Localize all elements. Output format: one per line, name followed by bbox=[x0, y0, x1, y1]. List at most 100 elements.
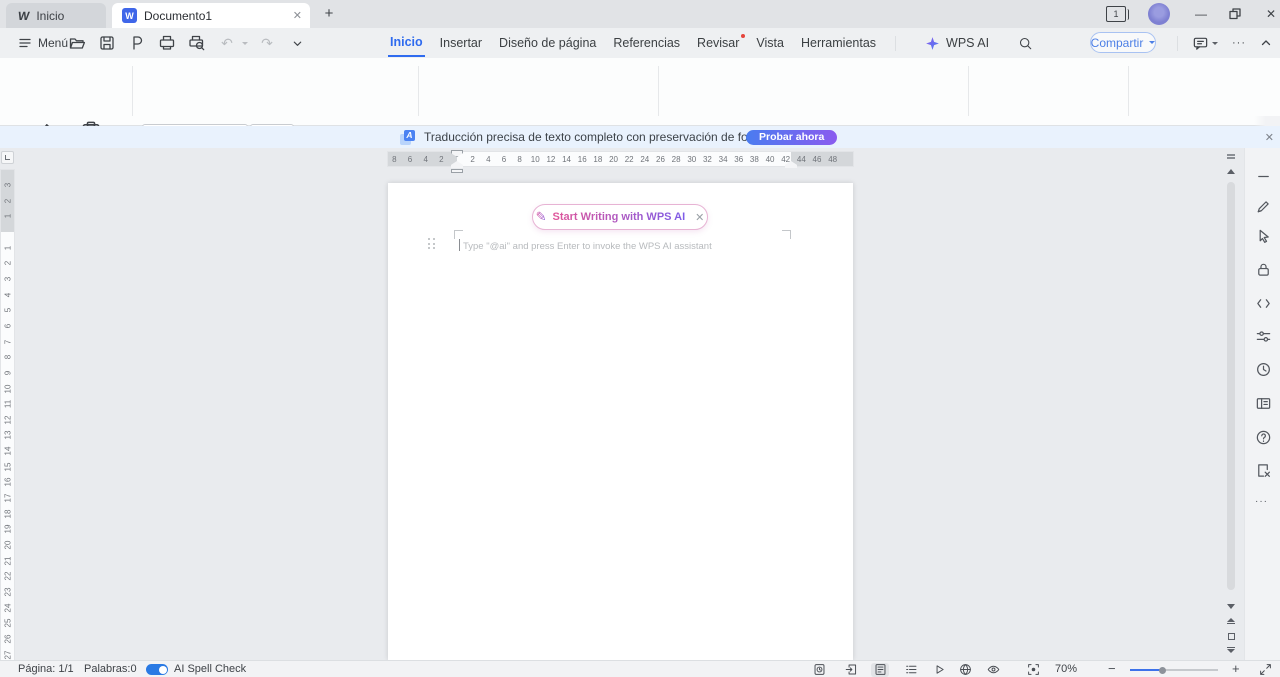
split-view-handle[interactable] bbox=[1227, 154, 1235, 156]
next-page-button[interactable] bbox=[1224, 644, 1238, 656]
help-button[interactable] bbox=[1255, 429, 1272, 446]
save-button[interactable] bbox=[96, 32, 118, 54]
redo-button[interactable]: ↷ bbox=[256, 32, 278, 54]
vertical-scrollbar[interactable] bbox=[1224, 148, 1238, 660]
tab-revisar[interactable]: Revisar bbox=[695, 30, 741, 56]
ruler-number: 48 bbox=[828, 155, 837, 164]
document-tab[interactable]: W Documento1 ✕ bbox=[112, 3, 310, 28]
printer-icon bbox=[158, 34, 176, 52]
page-layout-view-button[interactable] bbox=[871, 663, 889, 677]
browse-object-icon bbox=[1228, 633, 1235, 640]
tab-referencias[interactable]: Referencias bbox=[611, 30, 682, 56]
minimize-button[interactable]: — bbox=[1186, 0, 1216, 28]
navigation-pane-button[interactable] bbox=[1255, 395, 1272, 412]
source-code-button[interactable] bbox=[1255, 295, 1272, 312]
comments-button[interactable] bbox=[1192, 35, 1218, 52]
ruler-number: 5 bbox=[3, 308, 12, 312]
fit-page-button[interactable] bbox=[1256, 663, 1274, 677]
ai-pill-close-icon[interactable]: ✕ bbox=[695, 211, 704, 224]
notification-dot bbox=[741, 34, 745, 38]
tab-stop-selector[interactable] bbox=[1, 151, 14, 164]
restore-button[interactable] bbox=[1220, 0, 1250, 28]
zoom-level[interactable]: 70% bbox=[1055, 663, 1077, 675]
new-tab-button[interactable]: + bbox=[320, 5, 338, 22]
left-indent-marker[interactable] bbox=[451, 169, 463, 173]
wps-ai-button[interactable]: WPS AI bbox=[925, 36, 989, 51]
tab-diseno-de-pagina[interactable]: Diseño de página bbox=[497, 30, 598, 56]
undo-button[interactable]: ↶ bbox=[216, 32, 238, 54]
h-ruler[interactable]: 8642246810121416182022242628303234363840… bbox=[388, 152, 853, 166]
home-tab[interactable]: W Inicio bbox=[6, 3, 106, 28]
properties-button[interactable] bbox=[1255, 328, 1272, 345]
pdf-icon bbox=[128, 34, 146, 52]
clock-icon bbox=[1255, 361, 1272, 378]
collapse-ribbon-button[interactable] bbox=[1260, 37, 1272, 49]
export-pdf-button[interactable] bbox=[126, 32, 148, 54]
zoom-slider[interactable] bbox=[1130, 669, 1218, 671]
v-ruler[interactable]: 3211234567891011121314151617181920212223… bbox=[1, 170, 14, 660]
customize-toolbar-button[interactable] bbox=[286, 32, 308, 54]
next-page-icon-2 bbox=[1227, 649, 1235, 653]
mobile-view-button[interactable] bbox=[842, 663, 860, 677]
select-tool-button[interactable] bbox=[1255, 228, 1272, 245]
outline-view-button[interactable] bbox=[902, 663, 920, 677]
close-tab-icon[interactable]: ✕ bbox=[293, 9, 302, 22]
ruler-number: 1 bbox=[3, 214, 12, 218]
sidebar-more-button[interactable]: ··· bbox=[1255, 496, 1272, 513]
protect-document-button[interactable] bbox=[1255, 261, 1272, 278]
ruler-number: 32 bbox=[703, 155, 712, 164]
print-preview-button[interactable] bbox=[186, 32, 208, 54]
undo-caret-icon[interactable] bbox=[242, 42, 248, 45]
edit-mode-button[interactable] bbox=[1255, 198, 1272, 215]
user-avatar[interactable] bbox=[1148, 3, 1170, 25]
ruler-number: 2 bbox=[3, 198, 12, 202]
document-page[interactable]: ✎ Start Writing with WPS AI ✕ Type "@ai"… bbox=[388, 183, 853, 660]
print-button[interactable] bbox=[156, 32, 178, 54]
read-mode-button[interactable] bbox=[984, 663, 1002, 677]
paragraph-drag-handle[interactable] bbox=[428, 238, 436, 251]
comments-caret-icon bbox=[1212, 42, 1218, 45]
spellcheck-toggle[interactable] bbox=[146, 664, 168, 675]
chevron-down-icon bbox=[292, 38, 303, 49]
zoom-in-button[interactable]: + bbox=[1232, 661, 1240, 676]
close-window-button[interactable]: ✕ bbox=[1256, 0, 1280, 28]
zoom-out-button[interactable]: − bbox=[1108, 661, 1116, 676]
task-window-button[interactable] bbox=[810, 663, 828, 677]
scroll-up-button[interactable] bbox=[1224, 165, 1238, 177]
ruler-number: 11 bbox=[3, 400, 12, 408]
page-layout-icon bbox=[874, 663, 887, 676]
pages-indicator[interactable]: 1 bbox=[1106, 6, 1126, 22]
zoom-slider-knob[interactable] bbox=[1159, 667, 1166, 674]
menu-button[interactable]: Menú bbox=[12, 28, 74, 58]
tab-insertar[interactable]: Insertar bbox=[438, 30, 484, 56]
more-options-button[interactable]: ··· bbox=[1232, 37, 1246, 49]
tab-vista[interactable]: Vista bbox=[754, 30, 786, 56]
web-layout-button[interactable] bbox=[956, 663, 974, 677]
scroll-down-button[interactable] bbox=[1224, 600, 1238, 612]
ribbon-search-button[interactable] bbox=[1018, 36, 1033, 51]
open-file-button[interactable] bbox=[66, 32, 88, 54]
browse-object-button[interactable] bbox=[1224, 630, 1238, 642]
share-button[interactable]: Compartir bbox=[1090, 32, 1156, 53]
banner-close-icon[interactable]: ✕ bbox=[1265, 131, 1274, 144]
presentation-button[interactable] bbox=[930, 663, 948, 677]
print-preview-icon bbox=[188, 34, 206, 52]
history-button[interactable] bbox=[1255, 361, 1272, 378]
focus-mode-button[interactable] bbox=[1024, 663, 1042, 677]
ruler-number: 15 bbox=[3, 462, 12, 471]
tab-inicio[interactable]: Inicio bbox=[388, 29, 425, 57]
pen-icon bbox=[1255, 198, 1272, 215]
ai-writing-pill[interactable]: ✎ Start Writing with WPS AI ✕ bbox=[532, 204, 708, 230]
collapse-sidebar-button[interactable] bbox=[1255, 168, 1272, 185]
ruler-number: 38 bbox=[750, 155, 759, 164]
scrollbar-thumb[interactable] bbox=[1227, 182, 1235, 590]
ruler-number: 7 bbox=[3, 339, 12, 343]
tab-herramientas[interactable]: Herramientas bbox=[799, 30, 878, 56]
close-pane-button[interactable] bbox=[1255, 462, 1272, 479]
outline-icon bbox=[905, 663, 918, 676]
ruler-number: 26 bbox=[3, 634, 12, 643]
banner-try-button[interactable]: Probar ahora bbox=[746, 130, 837, 145]
page-count[interactable]: Página: 1/1 bbox=[18, 663, 74, 675]
previous-page-button[interactable] bbox=[1224, 615, 1238, 627]
word-count[interactable]: Palabras:0 bbox=[84, 663, 137, 675]
